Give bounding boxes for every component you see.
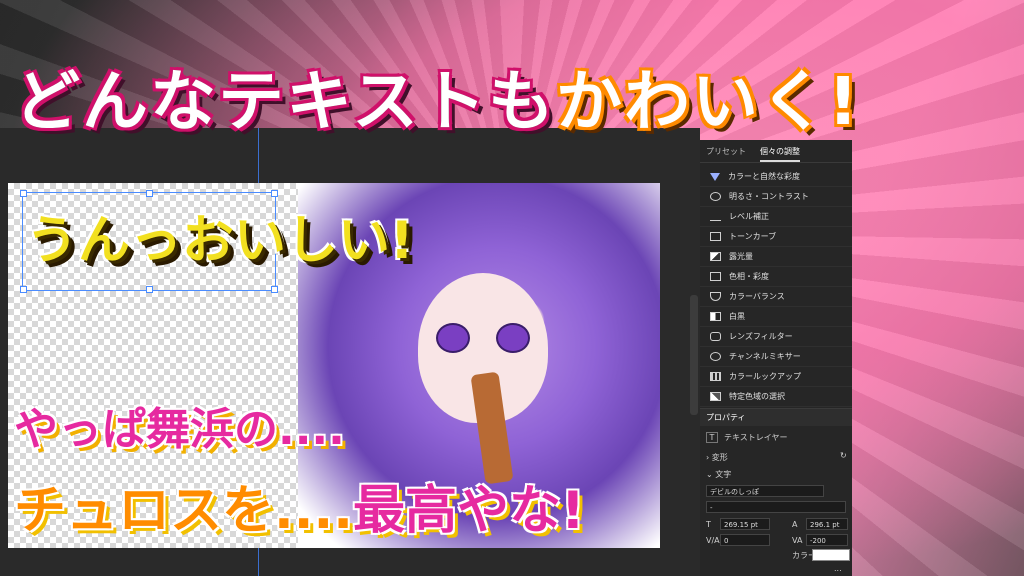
adjustment-label: 色相・彩度 [729,272,769,281]
color-balance-icon [710,292,721,301]
selection-handle[interactable] [271,286,278,293]
font-size-field[interactable]: 269.15 pt [720,518,770,530]
adjustment-item[interactable]: カラーと自然な彩度 [700,167,852,187]
curves-icon [710,232,721,241]
vibrance-icon [710,172,720,181]
adjustment-item[interactable]: チャンネルミキサー [700,347,852,367]
text-layer-line3a: チュロスを.... [14,481,354,541]
more-options[interactable]: ... [834,564,842,573]
tracking-field[interactable]: -200 [806,534,848,546]
selection-handle[interactable] [271,190,278,197]
tracking-icon: VA [792,536,803,545]
photo-filter-icon [710,332,721,341]
adjustment-label: レンズフィルター [729,332,793,341]
selection-handle[interactable] [20,286,27,293]
reset-icon[interactable]: ↻ [840,451,847,460]
adjustment-item[interactable]: カラールックアップ [700,367,852,387]
chevron-right-icon: › [706,453,710,462]
headline-part1: どんなテキストも [14,63,557,140]
adjustment-label: 白黒 [729,312,745,321]
adjustment-label: 特定色域の選択 [729,392,785,401]
tab-presets[interactable]: プリセット [706,146,746,162]
left-eye [436,323,470,353]
transform-label: 変形 [711,453,728,462]
layer-type-label: テキストレイヤー [724,433,788,442]
color-lookup-icon [710,372,721,381]
leading-icon: A [792,520,798,529]
font-family-select[interactable]: デビルのしっぽ [706,485,824,497]
layer-type-row: T テキストレイヤー [706,432,788,443]
font-size-icon: T [706,520,711,529]
selection-handle[interactable] [146,286,153,293]
selection-handle[interactable] [146,190,153,197]
transform-section[interactable]: › 変形 [706,452,728,463]
adjustment-label: トーンカーブ [729,232,777,241]
character-section[interactable]: ⌄ 文字 [706,469,731,480]
adjustment-item[interactable]: トーンカーブ [700,227,852,247]
properties-header[interactable]: プロパティ [700,408,852,426]
text-layer-icon: T [706,432,718,443]
text-layer-line3b: 最高やな! [353,481,585,541]
adjustment-label: カラーバランス [729,292,785,301]
tab-individual-adjustments[interactable]: 個々の調整 [760,146,800,162]
adjustment-item[interactable]: 露光量 [700,247,852,267]
leading-field[interactable]: 296.1 pt [806,518,848,530]
canvas-scrollbar[interactable] [690,295,698,415]
adjustment-item[interactable]: 明るさ・コントラスト [700,187,852,207]
adjustment-item[interactable]: カラーバランス [700,287,852,307]
panel-tabs: プリセット 個々の調整 [700,140,852,163]
headline-part2: かわいく! [556,63,861,140]
adjustment-label: 露光量 [729,252,753,261]
font-style-select[interactable]: - [706,501,846,513]
adjustment-item[interactable]: レベル補正 [700,207,852,227]
text-layer-line2[interactable]: やっぱ舞浜の.... [14,393,345,457]
hue-saturation-icon [710,272,721,281]
brightness-icon [710,192,721,201]
text-layer-line1[interactable]: うんっおいしい! [26,198,414,273]
adjustment-item[interactable]: 色相・彩度 [700,267,852,287]
adjustments-panel: プリセット 個々の調整 カラーと自然な彩度 明るさ・コントラスト レベル補正 ト… [700,140,852,576]
right-eye [496,323,530,353]
adjustment-item[interactable]: レンズフィルター [700,327,852,347]
kerning-icon: V/A [706,536,720,545]
exposure-icon [710,252,721,261]
adjustment-label: 明るさ・コントラスト [729,192,809,201]
adjustment-label: カラーと自然な彩度 [728,172,800,181]
black-white-icon [710,312,721,321]
channel-mixer-icon [710,352,721,361]
adjustment-label: レベル補正 [729,212,769,221]
headline: どんなテキストもかわいく! [14,48,860,144]
character-label: 文字 [715,470,732,479]
adjustment-label: チャンネルミキサー [729,352,801,361]
selective-color-icon [710,392,721,401]
text-color-swatch[interactable] [812,549,850,561]
kerning-field[interactable]: 0 [720,534,770,546]
adjustment-item[interactable]: 特定色域の選択 [700,387,852,407]
adjustment-item[interactable]: 白黒 [700,307,852,327]
text-layer-line3[interactable]: チュロスを....最高やな! [14,468,585,543]
adjustment-label: カラールックアップ [729,372,801,381]
levels-icon [710,212,721,221]
chevron-down-icon: ⌄ [706,470,713,479]
selection-handle[interactable] [20,190,27,197]
adjustment-list: カラーと自然な彩度 明るさ・コントラスト レベル補正 トーンカーブ 露光量 色相… [700,163,852,407]
